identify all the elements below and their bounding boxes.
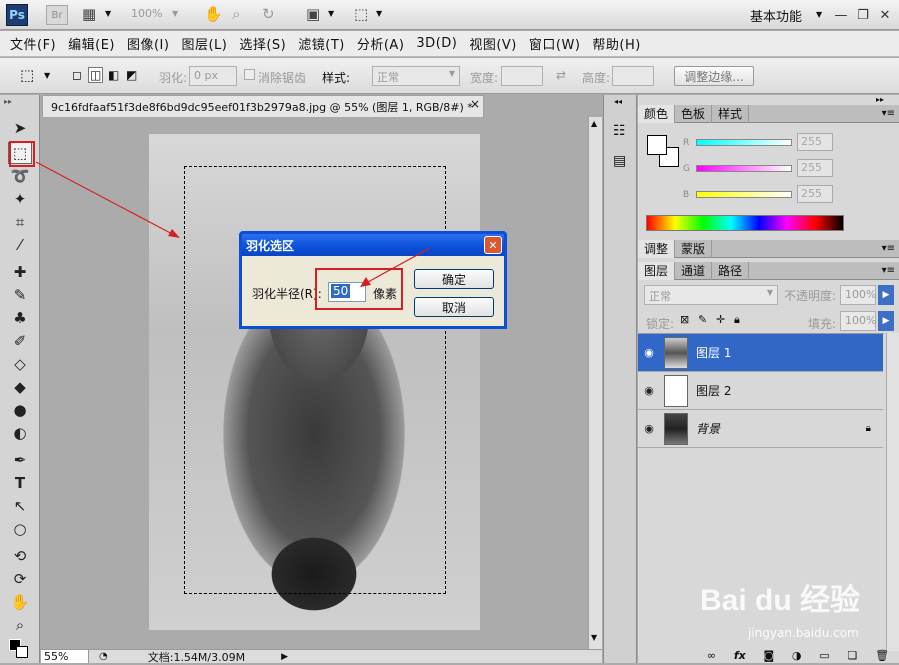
annotation-arrow-line: [35, 161, 177, 237]
watermark-logo: Bai du 经验: [700, 584, 861, 617]
watermark-url: jingyan.baidu.com: [748, 626, 859, 640]
annotation-arrow-line: [367, 247, 431, 283]
annotation-arrowhead: [360, 277, 371, 287]
annotation-arrowhead: [168, 229, 180, 238]
annotation-arrows: [35, 161, 431, 287]
foreground-swatch[interactable]: [647, 135, 667, 155]
